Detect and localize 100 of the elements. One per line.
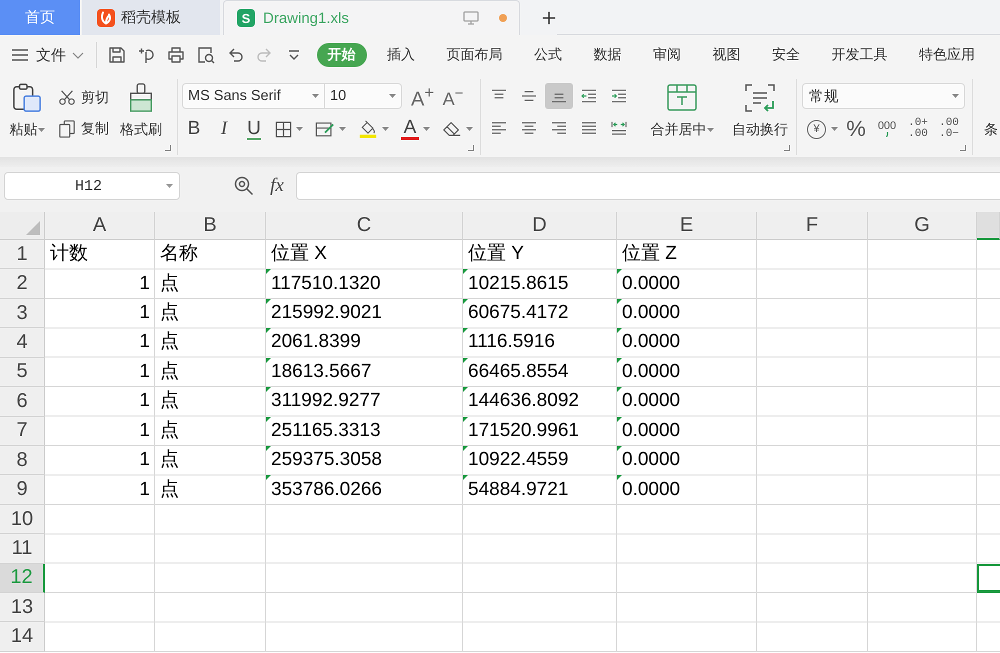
dropdown-icon (286, 48, 302, 62)
row-header[interactable]: 9 (0, 475, 45, 505)
print-button[interactable] (166, 45, 186, 65)
cell-text: 117510.1320 (271, 272, 381, 295)
column-header[interactable]: G (868, 212, 977, 240)
increase-font-button[interactable]: A$^{+}$ (411, 82, 433, 110)
corner-triangle-icon (617, 358, 622, 363)
add-decimal-button[interactable]: .0+ .00 (905, 117, 931, 141)
caret-icon (382, 127, 389, 131)
row-header[interactable]: 14 (0, 622, 45, 652)
ribbon-tab[interactable]: 数据 (582, 43, 632, 67)
expand-corner-icon[interactable] (960, 145, 966, 151)
print-preview-button[interactable] (196, 45, 216, 65)
selected-cell[interactable] (977, 564, 1000, 594)
copy-icon (58, 120, 76, 138)
redo-icon (256, 46, 274, 64)
chevron-down-icon (72, 52, 84, 58)
column-header[interactable]: E (617, 212, 757, 240)
ribbon-tab[interactable]: 审阅 (642, 43, 692, 67)
row-header[interactable]: 8 (0, 446, 45, 476)
cell-text: 2061.8399 (271, 331, 361, 354)
document-tab[interactable]: 稻壳模板 (82, 0, 220, 35)
corner-triangle-icon (266, 269, 271, 274)
cell-text: 66465.8554 (468, 360, 568, 383)
toolbar-button[interactable]: 条 (984, 121, 998, 139)
ribbon-tab[interactable]: 开发工具 (820, 43, 898, 67)
row-header[interactable]: 6 (0, 387, 45, 417)
column-header[interactable]: A (45, 212, 155, 240)
expand-corner-icon[interactable] (784, 145, 790, 151)
caret-icon (423, 127, 430, 131)
number-format-dropdown[interactable]: 常规 (802, 83, 965, 109)
font-name-field[interactable]: MS Sans Serif (182, 83, 325, 109)
paste-button[interactable]: 粘贴 (4, 83, 50, 137)
merge-center-button[interactable]: 合并居中 (642, 83, 722, 137)
row-header[interactable]: 10 (0, 504, 45, 534)
bold-button[interactable]: B (182, 117, 206, 141)
table-pen-icon (315, 120, 335, 138)
font-color-button[interactable]: A (398, 117, 433, 141)
italic-button[interactable]: I (212, 117, 236, 141)
row-header[interactable]: 5 (0, 358, 45, 388)
expand-corner-icon[interactable] (165, 145, 171, 151)
save-button[interactable] (107, 45, 127, 65)
eraser-icon (442, 120, 462, 138)
triangle-icon (26, 221, 40, 235)
cell-text: 1116.5916 (468, 331, 555, 354)
file-menu[interactable]: 文件 (12, 46, 84, 64)
cell-text: 1 (139, 390, 150, 412)
decrease-font-button[interactable]: A$^{−}$ (442, 82, 464, 110)
wrap-text-button[interactable]: 自动换行 (728, 83, 792, 137)
row-header[interactable]: 7 (0, 416, 45, 446)
underline-button[interactable]: U (242, 117, 266, 141)
export-icon (138, 46, 156, 64)
column-header[interactable] (977, 212, 1000, 240)
ribbon-tab[interactable]: 视图 (702, 43, 752, 67)
merge-cells-icon (667, 83, 697, 113)
cell-text: 0.0000 (622, 449, 680, 472)
grid-icon (275, 120, 292, 138)
column-header[interactable]: F (757, 212, 868, 240)
ribbon-tab[interactable]: 公式 (523, 43, 573, 67)
ribbon-tab[interactable]: 页面布局 (436, 43, 514, 67)
caret-icon (831, 127, 838, 131)
corner-triangle-icon (266, 358, 271, 363)
column-header[interactable]: B (155, 212, 266, 240)
currency-button[interactable]: ¥ (807, 117, 838, 141)
row-header[interactable]: 2 (0, 269, 45, 299)
corner-triangle-icon (463, 298, 468, 304)
cell-text: 10215.8615 (468, 272, 568, 295)
caret-icon (389, 94, 396, 98)
logo-icon (97, 8, 115, 26)
align-right-icon (551, 121, 567, 135)
comma-mark-icon (886, 132, 888, 137)
align-bottom-button[interactable] (545, 83, 573, 109)
remove-decimal-button[interactable]: .00 .0− (936, 117, 962, 141)
thousands-button[interactable]: 000 (874, 117, 900, 141)
copy-button[interactable]: 复制 (58, 118, 109, 140)
row-header[interactable]: 13 (0, 593, 45, 622)
ribbon-tab[interactable]: 安全 (761, 43, 811, 67)
font-size-field[interactable]: 10 (325, 83, 402, 109)
corner-triangle-icon (617, 416, 622, 422)
ribbon-tab[interactable]: 特色应用 (908, 43, 986, 67)
corner-triangle-icon (266, 416, 271, 422)
insert-function-button[interactable]: fx (266, 175, 288, 197)
format-painter-button[interactable]: 格式刷 (115, 83, 167, 137)
percent-button[interactable]: % (843, 117, 869, 141)
name-box[interactable]: H12 (4, 172, 180, 200)
new-tab-button[interactable] (541, 10, 557, 26)
row-header[interactable]: 11 (0, 534, 45, 564)
wrap-text-icon (745, 83, 775, 113)
ribbon-tab[interactable]: 插入 (376, 43, 426, 67)
row-header[interactable]: 3 (0, 298, 45, 328)
search-icon[interactable] (234, 176, 254, 196)
row-header[interactable]: 4 (0, 328, 45, 358)
row-header[interactable]: 1 (0, 240, 45, 270)
cut-button[interactable]: 剪切 (58, 87, 109, 109)
cell-text: 0.0000 (622, 390, 680, 412)
column-header[interactable]: C (266, 212, 463, 240)
cell-text: 1 (139, 302, 150, 324)
expand-corner-icon[interactable] (468, 145, 474, 151)
column-header[interactable]: D (463, 212, 617, 240)
formula-input[interactable] (296, 172, 1000, 200)
